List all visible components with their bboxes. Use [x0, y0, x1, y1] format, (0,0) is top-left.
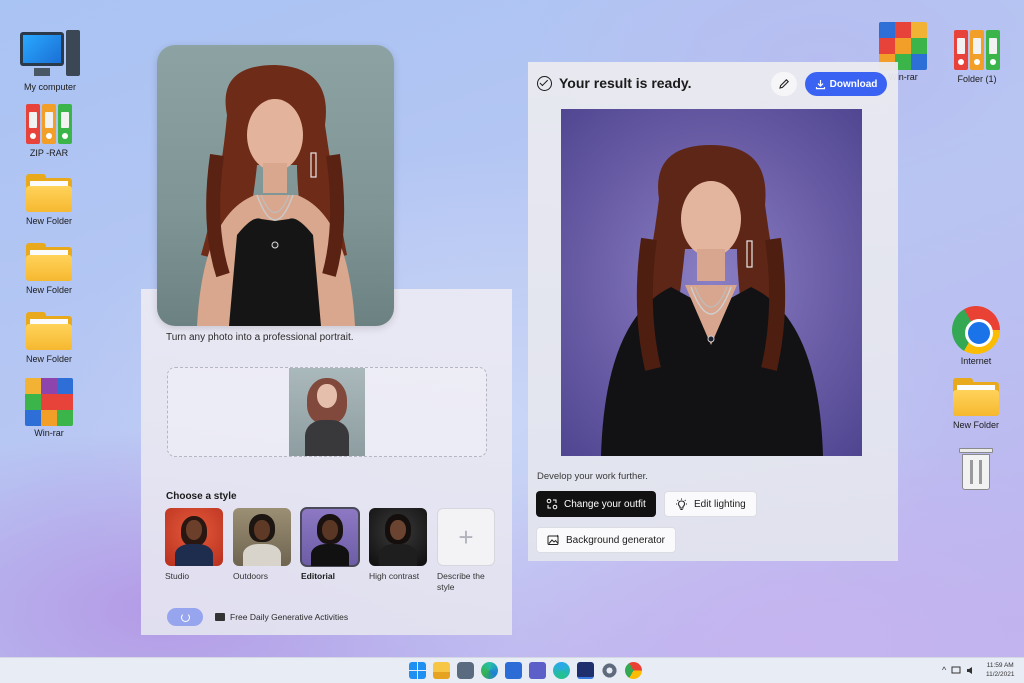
file-explorer-icon[interactable] [433, 662, 450, 679]
result-title: Your result is ready. [559, 75, 692, 91]
lightbulb-icon [676, 498, 687, 510]
desktop-icon-folder-1[interactable]: Folder (1) [942, 26, 1012, 84]
develop-further-label: Develop your work further. [537, 471, 648, 482]
style-label: Describe the style [437, 571, 485, 592]
edge-icon[interactable] [481, 662, 498, 679]
desktop-icon-label: Folder (1) [957, 74, 997, 84]
edit-lighting-button[interactable]: Edit lighting [664, 491, 757, 517]
edit-button[interactable] [771, 72, 797, 96]
choose-style-heading: Choose a style [166, 491, 237, 502]
panel-tagline: Turn any photo into a professional portr… [166, 332, 354, 343]
result-header: Your result is ready. [537, 75, 692, 91]
style-option-editorial[interactable]: Editorial [300, 507, 360, 593]
taskbar: ^ 11:59 AM 11/2/2021 [0, 657, 1024, 683]
style-thumbnail [165, 508, 223, 566]
loading-spinner-icon [180, 612, 190, 622]
pencil-icon [779, 79, 789, 89]
chrome-icon [952, 306, 1000, 354]
upload-dropzone[interactable] [167, 367, 487, 457]
style-option-high-contrast[interactable]: High contrast [369, 508, 427, 593]
folder-icon [951, 376, 1001, 418]
binders-icon [952, 26, 1002, 72]
style-label: Studio [165, 571, 190, 581]
desktop-icon-winrar[interactable]: Win-rar [14, 378, 84, 438]
image-gen-icon [547, 534, 560, 545]
style-thumbnail [369, 508, 427, 566]
desktop-icon-label: New Folder [25, 285, 72, 295]
desktop-icon-label: My computer [23, 82, 76, 92]
style-thumbnail [233, 508, 291, 566]
style-label: High contrast [369, 571, 420, 581]
plus-icon: + [437, 508, 495, 566]
binders-icon [24, 100, 74, 146]
camera-icon[interactable] [457, 662, 474, 679]
desktop-icon-my-computer[interactable]: My computer [15, 28, 85, 92]
desktop-icon-label: New Folder [25, 354, 72, 364]
settings-icon[interactable] [601, 662, 618, 679]
windows-start-icon[interactable] [409, 662, 426, 679]
teams-icon[interactable] [529, 662, 546, 679]
download-icon [815, 79, 825, 89]
winrar-icon [25, 378, 73, 426]
recycle-bin-icon [959, 446, 993, 490]
desktop-icon-label: New Folder [952, 420, 999, 430]
input-portrait-photo [157, 45, 394, 326]
style-label: Outdoors [233, 571, 268, 581]
generate-button[interactable] [167, 608, 203, 626]
style-label: Editorial [301, 571, 336, 581]
outfit-icon [546, 498, 558, 510]
portrait-generator-panel: Turn any photo into a professional portr… [141, 289, 512, 635]
folder-icon [24, 310, 74, 352]
style-option-describe[interactable]: + Describe the style [437, 508, 495, 593]
desktop-icon-new-folder-2[interactable]: New Folder [14, 241, 84, 295]
change-outfit-label: Change your outfit [564, 498, 646, 510]
result-panel: Your result is ready. Download Develop y… [528, 62, 898, 561]
style-option-studio[interactable]: Studio [165, 508, 223, 593]
credits-icon [215, 613, 225, 621]
credits-label: Free Daily Generative Activities [230, 612, 349, 622]
download-button[interactable]: Download [805, 72, 887, 96]
background-generator-label: Background generator [566, 534, 665, 546]
chrome-icon[interactable] [625, 662, 642, 679]
chevron-up-icon[interactable]: ^ [942, 665, 946, 675]
desktop-icon-zip-rar[interactable]: ZIP -RAR [14, 100, 84, 158]
desktop-icon-label: New Folder [25, 216, 72, 226]
computer-icon [18, 28, 82, 80]
taskbar-apps [409, 662, 642, 679]
desktop-icon-internet[interactable]: Internet [941, 306, 1011, 366]
volume-icon[interactable] [966, 666, 976, 675]
app-icon[interactable] [577, 662, 594, 679]
style-option-outdoors[interactable]: Outdoors [233, 508, 291, 593]
photos-icon[interactable] [553, 662, 570, 679]
style-options: Studio Outdoors Editorial High contrast … [165, 507, 495, 593]
desktop-icon-label: ZIP -RAR [29, 148, 69, 158]
folder-icon [24, 172, 74, 214]
desktop-icon-label: Win-rar [34, 428, 64, 438]
clock-date: 11/2/2021 [986, 671, 1015, 678]
clock-time: 11:59 AM [986, 662, 1014, 669]
network-icon[interactable] [951, 666, 961, 675]
clock[interactable]: 11:59 AM 11/2/2021 [986, 661, 1014, 679]
check-circle-icon [537, 75, 552, 91]
download-label: Download [829, 78, 878, 90]
desktop-icon-new-folder-right[interactable]: New Folder [941, 376, 1011, 430]
desktop-icon-new-folder-3[interactable]: New Folder [14, 310, 84, 364]
desktop-icon-label: Internet [960, 356, 992, 366]
folder-icon [24, 241, 74, 283]
style-thumbnail [300, 507, 360, 567]
result-illustration [601, 145, 823, 456]
desktop-icon-recycle-bin[interactable] [941, 446, 1011, 490]
result-portrait-photo [561, 109, 862, 456]
portrait-illustration [197, 65, 355, 326]
edit-lighting-label: Edit lighting [694, 498, 746, 510]
uploaded-photo-thumbnail [289, 368, 365, 456]
store-icon[interactable] [505, 662, 522, 679]
credits-info: Free Daily Generative Activities [215, 612, 348, 622]
change-outfit-button[interactable]: Change your outfit [536, 491, 656, 517]
system-tray[interactable]: ^ [942, 665, 976, 675]
background-generator-button[interactable]: Background generator [536, 527, 676, 553]
desktop-icon-new-folder-1[interactable]: New Folder [14, 172, 84, 226]
